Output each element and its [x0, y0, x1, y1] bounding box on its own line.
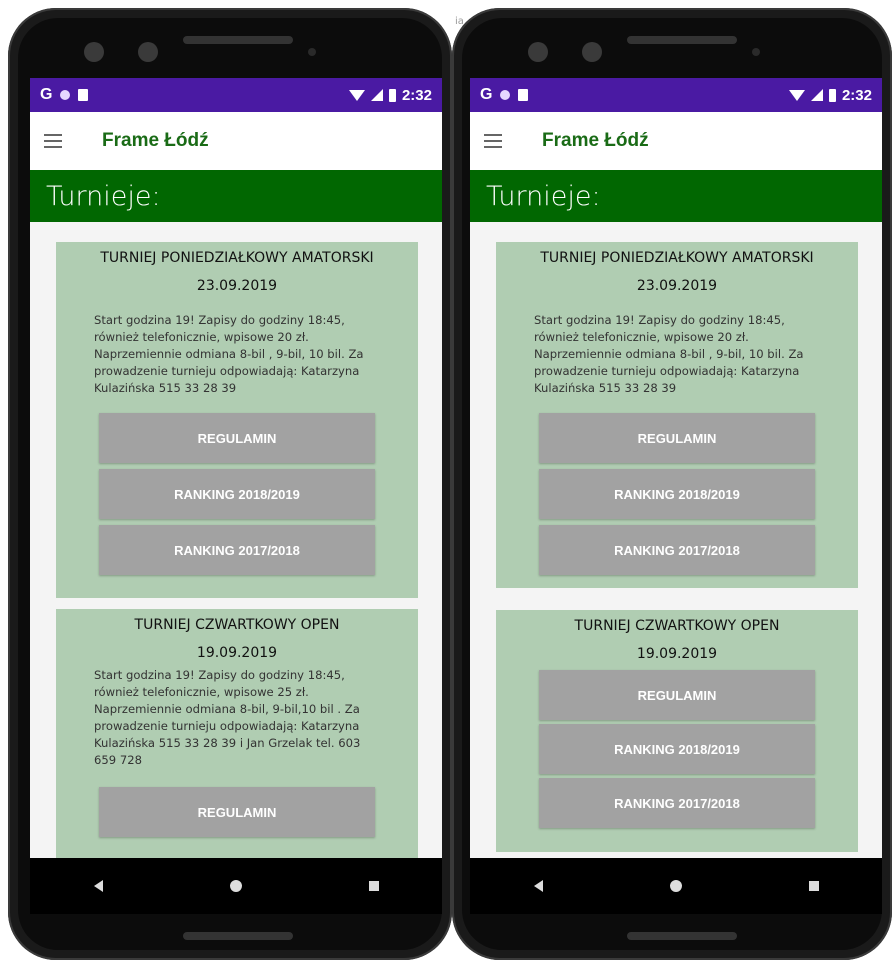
- card-description: Start godzina 19! Zapisy do godziny 18:4…: [94, 313, 364, 395]
- status-time: 2:32: [841, 86, 872, 104]
- phone-frame-right: G 2:32 Frame Łódź Turnieje: TURNIEJ PONI…: [452, 8, 892, 960]
- menu-icon[interactable]: [44, 134, 62, 148]
- sd-card-icon: [78, 89, 89, 101]
- card-description: Start godzina 19! Zapisy do godziny 18:4…: [94, 668, 361, 767]
- navigation-bar: [470, 858, 882, 914]
- tournament-card: TURNIEJ CZWARTKOWY OPEN 19.09.2019 REGUL…: [496, 610, 858, 852]
- tournament-card: TURNIEJ PONIEDZIAŁKOWY AMATORSKI 23.09.2…: [56, 242, 418, 598]
- card-date: 23.09.2019: [196, 278, 278, 294]
- home-icon[interactable]: [669, 880, 682, 892]
- app-bar: Frame Łódź: [30, 112, 442, 170]
- ranking-2017-2018-button[interactable]: RANKING 2017/2018: [539, 778, 815, 828]
- phone-frame-left: G 2:32 Frame Łódź Turnieje: TURNIEJ PONI…: [8, 8, 452, 960]
- signal-icon: [810, 89, 823, 101]
- page-title: Turnieje:: [470, 170, 882, 222]
- sd-card-icon: [518, 89, 529, 101]
- notification-dot-icon: [60, 90, 71, 100]
- menu-icon[interactable]: [484, 134, 502, 148]
- front-camera-icon: [582, 42, 602, 62]
- wifi-icon: [788, 89, 805, 101]
- earpiece-speaker: [627, 36, 737, 44]
- card-date: 19.09.2019: [636, 646, 718, 662]
- regulamin-button[interactable]: REGULAMIN: [99, 787, 375, 837]
- card-title: TURNIEJ CZWARTKOWY OPEN: [574, 618, 780, 634]
- navigation-bar: [30, 858, 442, 914]
- status-bar: G 2:32: [30, 78, 442, 112]
- bottom-speaker: [627, 932, 737, 940]
- back-icon[interactable]: [533, 880, 543, 892]
- screen-right: G 2:32 Frame Łódź Turnieje: TURNIEJ PONI…: [470, 78, 882, 858]
- notification-dot-icon: [500, 90, 511, 100]
- google-icon: G: [40, 86, 53, 103]
- regulamin-button[interactable]: REGULAMIN: [539, 670, 815, 720]
- back-icon[interactable]: [93, 880, 103, 892]
- google-icon: G: [480, 86, 493, 103]
- page-title: Turnieje:: [30, 170, 442, 222]
- ranking-2018-2019-button[interactable]: RANKING 2018/2019: [99, 469, 375, 519]
- screen-left: G 2:32 Frame Łódź Turnieje: TURNIEJ PONI…: [30, 78, 442, 858]
- card-date: 19.09.2019: [196, 645, 278, 661]
- signal-icon: [370, 89, 383, 101]
- card-description: Start godzina 19! Zapisy do godziny 18:4…: [534, 313, 804, 395]
- ranking-2018-2019-button[interactable]: RANKING 2018/2019: [539, 724, 815, 774]
- ranking-2018-2019-button[interactable]: RANKING 2018/2019: [539, 469, 815, 519]
- proximity-sensor: [308, 48, 316, 56]
- earpiece-speaker: [183, 36, 293, 44]
- battery-icon: [388, 88, 396, 102]
- app-title: Frame Łódź: [542, 130, 649, 151]
- app-title: Frame Łódź: [102, 130, 209, 151]
- regulamin-button[interactable]: REGULAMIN: [539, 413, 815, 463]
- proximity-sensor: [752, 48, 760, 56]
- status-bar: G 2:32: [470, 78, 882, 112]
- card-date: 23.09.2019: [636, 278, 718, 294]
- wifi-icon: [348, 89, 365, 101]
- front-camera-icon: [528, 42, 548, 62]
- home-icon[interactable]: [229, 880, 242, 892]
- bottom-speaker: [183, 932, 293, 940]
- card-title: TURNIEJ CZWARTKOWY OPEN: [134, 617, 340, 633]
- ranking-2017-2018-button[interactable]: RANKING 2017/2018: [99, 525, 375, 575]
- tournament-card: TURNIEJ CZWARTKOWY OPEN 19.09.2019 Start…: [56, 609, 418, 858]
- ranking-2017-2018-button[interactable]: RANKING 2017/2018: [539, 525, 815, 575]
- front-camera-icon: [84, 42, 104, 62]
- battery-icon: [828, 88, 836, 102]
- card-title: TURNIEJ PONIEDZIAŁKOWY AMATORSKI: [540, 250, 814, 266]
- recents-icon[interactable]: [368, 881, 379, 891]
- recents-icon[interactable]: [808, 881, 819, 891]
- card-title: TURNIEJ PONIEDZIAŁKOWY AMATORSKI: [100, 250, 374, 266]
- status-time: 2:32: [401, 86, 432, 104]
- front-camera-icon: [138, 42, 158, 62]
- tournament-card: TURNIEJ PONIEDZIAŁKOWY AMATORSKI 23.09.2…: [496, 242, 858, 588]
- app-bar: Frame Łódź: [470, 112, 882, 170]
- regulamin-button[interactable]: REGULAMIN: [99, 413, 375, 463]
